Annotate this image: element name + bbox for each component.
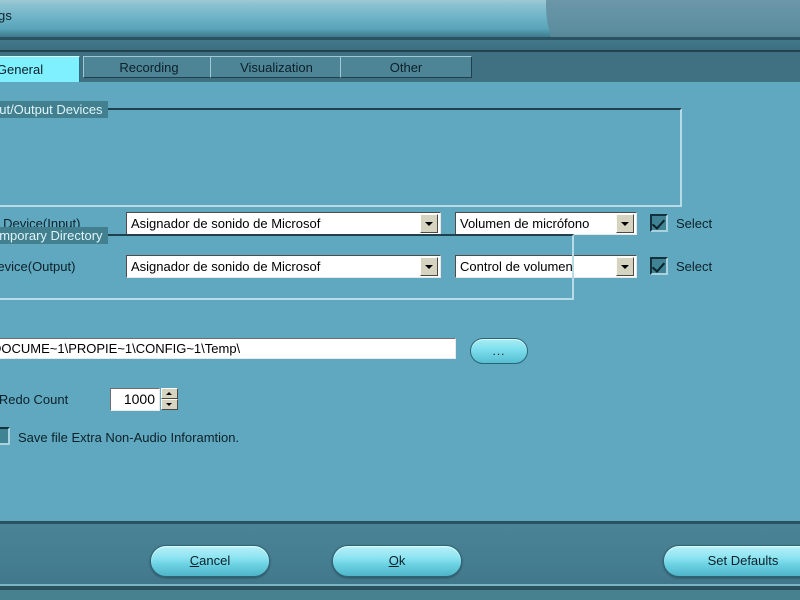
io-devices-group-label: put/Output Devices [0, 101, 108, 118]
set-defaults-button[interactable]: Set Defaults [663, 545, 800, 577]
save-extra-info-checkbox[interactable] [0, 427, 10, 445]
save-extra-info-label: Save file Extra Non-Audio Inforamtion. [18, 430, 240, 445]
titlebar-decor-curve [546, 0, 800, 37]
record-mixer-value: Volumen de micrófono [460, 216, 590, 231]
titlebar-divider-mid [0, 40, 800, 50]
chevron-down-icon[interactable] [616, 214, 634, 233]
cancel-button[interactable]: Cancel [150, 545, 270, 577]
settings-window: gs General Recording Visualization Other… [0, 0, 800, 600]
ok-button[interactable]: Ok [332, 545, 462, 577]
title-bar: gs [0, 0, 800, 37]
window-title: gs [0, 8, 13, 23]
record-select-label: Select [676, 216, 713, 231]
general-tab-panel: put/Output Devices rd Device(Input) Asig… [0, 82, 800, 521]
tab-general[interactable]: General [0, 56, 80, 82]
tab-other[interactable]: Other [340, 56, 472, 78]
ok-button-label: Ok [388, 553, 406, 568]
record-device-value: Asignador de sonido de Microsof [131, 216, 321, 231]
undo-redo-count-stepper[interactable] [161, 388, 178, 411]
io-devices-group [0, 108, 682, 207]
play-select-label: Select [676, 259, 713, 274]
tab-strip: General Recording Visualization Other [0, 52, 800, 82]
tab-visualization[interactable]: Visualization [210, 56, 343, 78]
record-device-combo[interactable]: Asignador de sonido de Microsof [126, 212, 441, 235]
stepper-up-icon[interactable] [161, 388, 178, 399]
play-select-checkbox[interactable] [650, 257, 668, 275]
cancel-button-label: Cancel [189, 553, 231, 568]
record-mixer-combo[interactable]: Volumen de micrófono [455, 212, 637, 235]
record-select-checkbox[interactable] [650, 214, 668, 232]
chevron-down-icon[interactable] [420, 214, 438, 233]
stepper-down-icon[interactable] [161, 399, 178, 410]
undo-redo-count-label: o/Redo Count [0, 392, 69, 407]
tab-recording[interactable]: Recording [83, 56, 215, 78]
temp-directory-input[interactable]: DOCUME~1\PROPIE~1\CONFIG~1\Temp\ [0, 338, 456, 359]
browse-button[interactable]: ... [470, 338, 528, 364]
chevron-down-icon[interactable] [616, 257, 634, 276]
footer-base-strip [0, 590, 800, 600]
temp-directory-group-label: emporary Directory [0, 227, 108, 244]
undo-redo-count-input[interactable]: 1000 [110, 388, 160, 411]
